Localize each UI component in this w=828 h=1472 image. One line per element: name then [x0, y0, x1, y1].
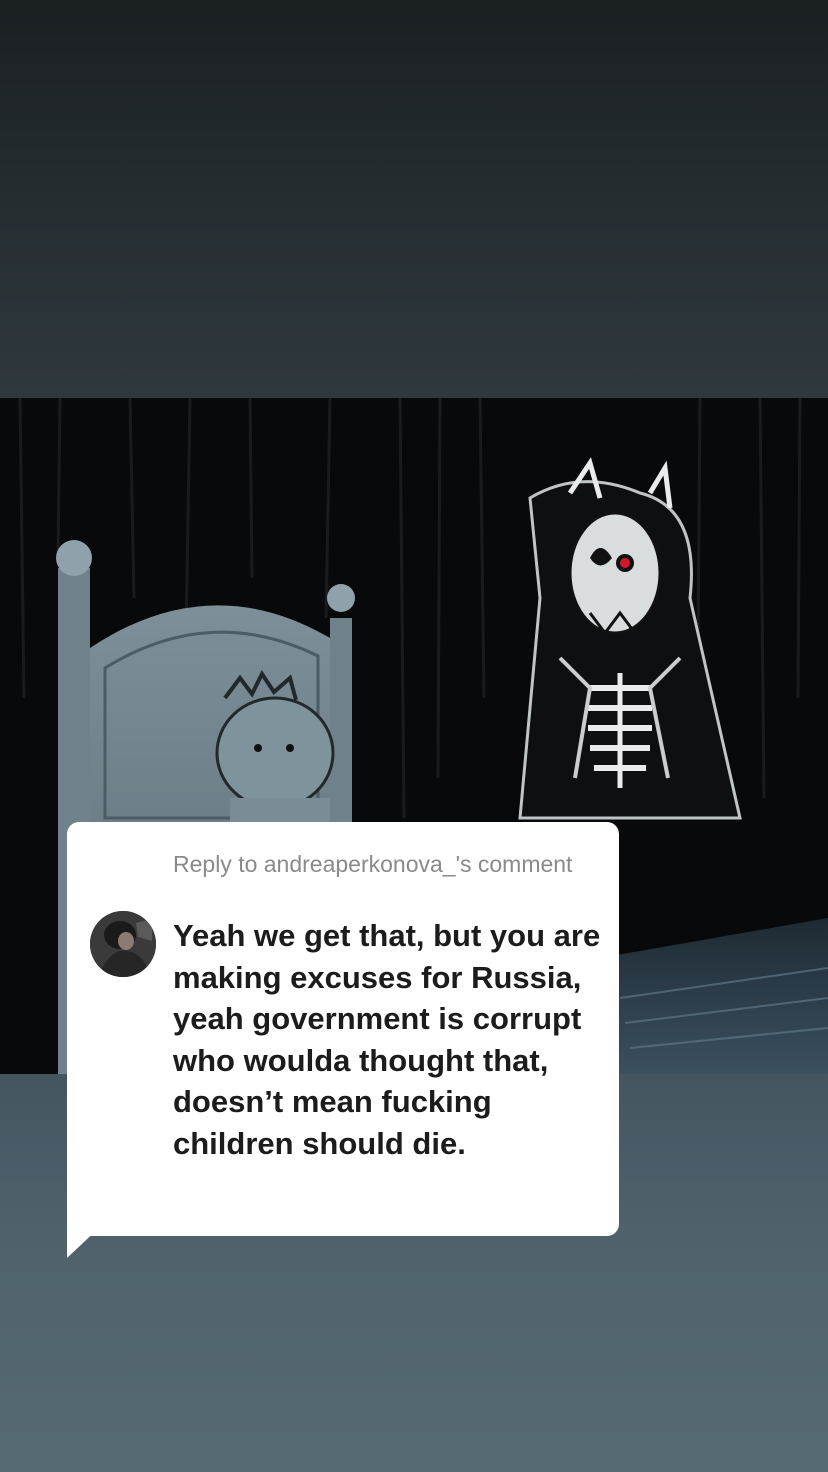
reply-comment-text: Yeah we get that, but you are making exc…: [173, 918, 601, 1161]
background-top: [0, 0, 828, 398]
avatar-image: [90, 911, 156, 977]
user-avatar[interactable]: [90, 911, 156, 977]
reply-comment-sticker[interactable]: Reply to andreaperkonova_'s comment Yeah…: [67, 822, 619, 1236]
reply-header: Reply to andreaperkonova_'s comment: [173, 851, 573, 877]
bubble-tail: [67, 1226, 101, 1258]
